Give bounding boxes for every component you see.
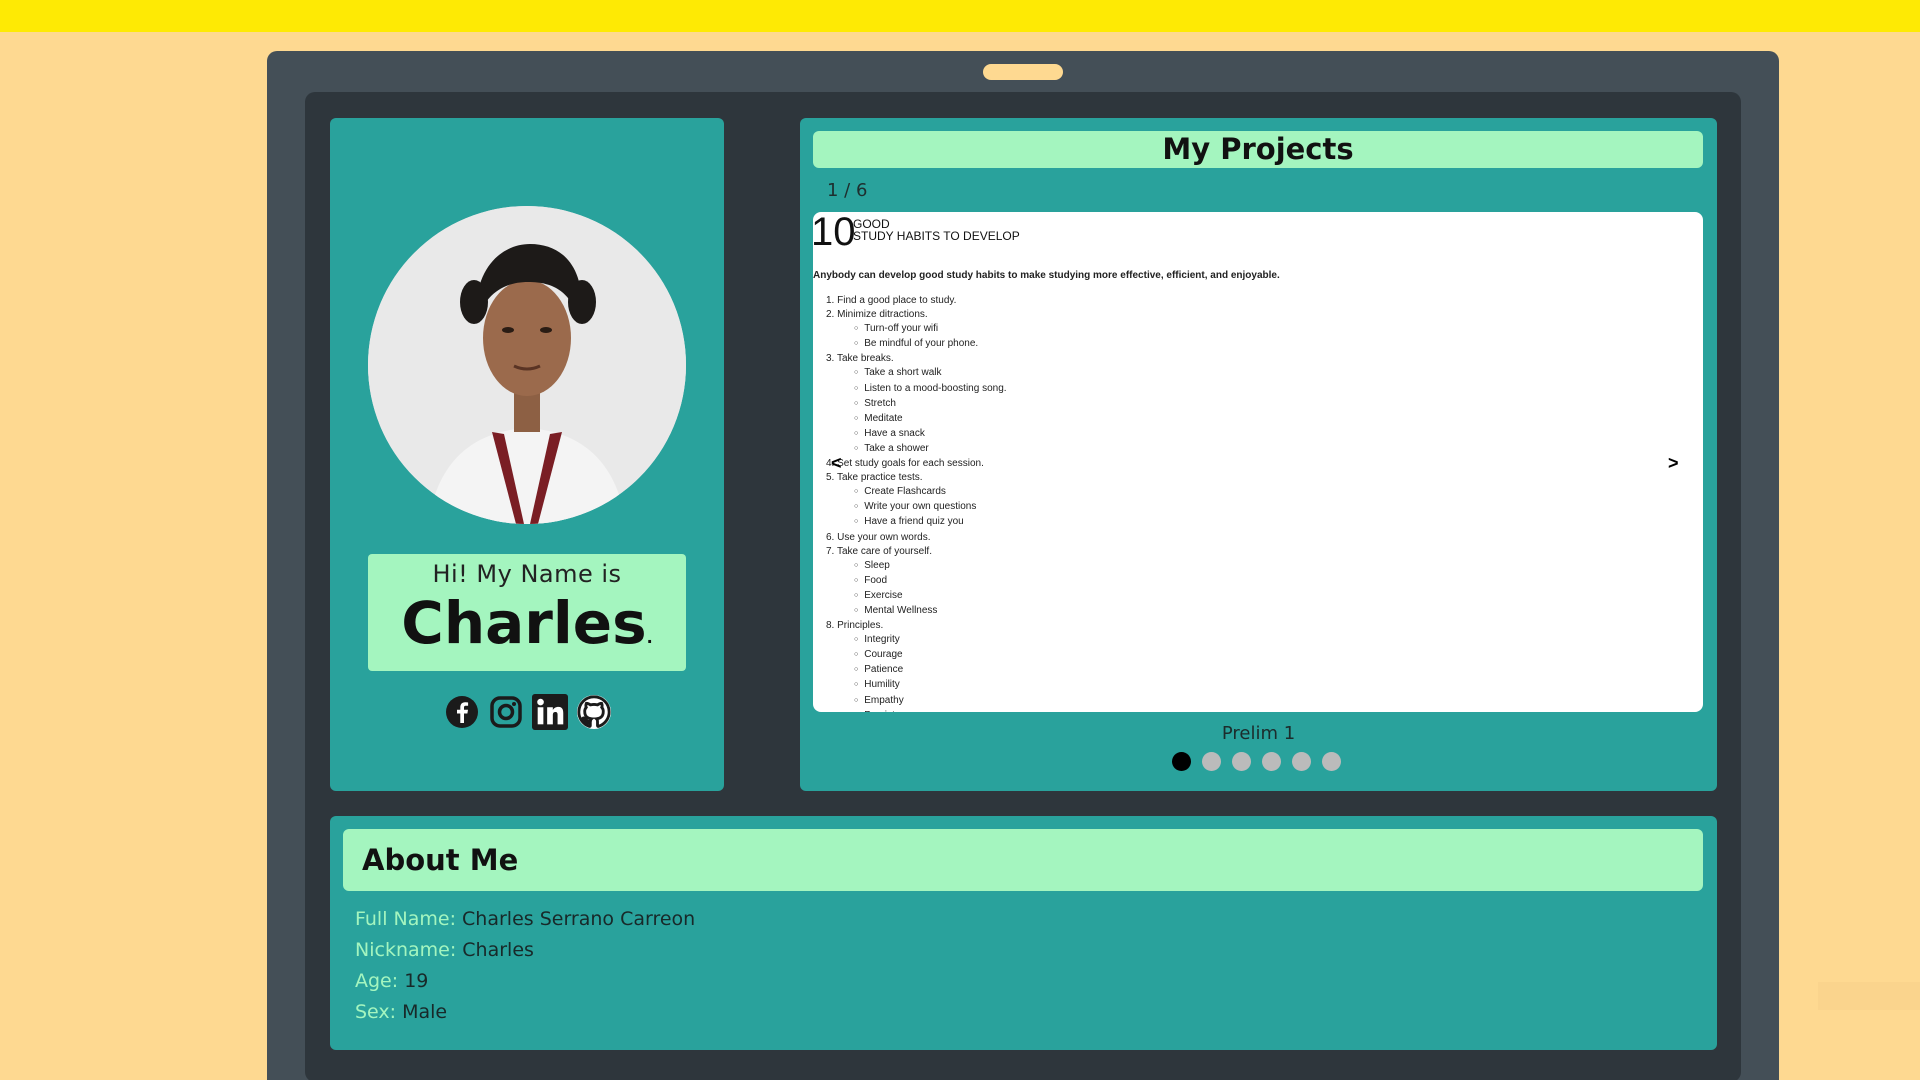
doc-list-item: 8. Principles.IntegrityCouragePatienceHu… bbox=[826, 619, 1007, 712]
slide-caption: Prelim 1 bbox=[1221, 723, 1296, 744]
doc-sublist-item: Persistance bbox=[854, 709, 1007, 712]
slide-dot-5[interactable] bbox=[1292, 752, 1311, 771]
doc-title-line2: STUDY HABITS TO DEVELOP bbox=[853, 229, 1020, 243]
doc-sublist-item: Have a snack bbox=[854, 427, 1007, 442]
about-title: About Me bbox=[343, 829, 1703, 891]
doc-sublist: Turn-off your wifiBe mindful of your pho… bbox=[826, 322, 1007, 352]
doc-list-item-text: 8. Principles. bbox=[826, 620, 884, 632]
doc-sublist-item: Mental Wellness bbox=[854, 604, 1007, 619]
about-panel: About Me Full Name: Charles Serrano Carr… bbox=[330, 816, 1717, 1050]
faded-overlay-tag bbox=[1818, 982, 1920, 1010]
doc-list-item-text: 2. Minimize ditractions. bbox=[826, 309, 928, 321]
avatar-photo bbox=[368, 206, 686, 524]
doc-sublist: IntegrityCouragePatienceHumilityEmpathyP… bbox=[826, 633, 1007, 712]
doc-sublist-item: Courage bbox=[854, 648, 1007, 663]
doc-list-item-text: 3. Take breaks. bbox=[826, 353, 894, 365]
device-screen: Hi! My Name is Charles. My Projects 1 / … bbox=[305, 92, 1741, 1080]
profile-card: Hi! My Name is Charles. bbox=[330, 118, 724, 791]
doc-sublist: Create FlashcardsWrite your own question… bbox=[826, 485, 1007, 530]
top-banner bbox=[0, 0, 1920, 32]
projects-panel: My Projects 1 / 6 10 GOOD STUDY HABITS T… bbox=[800, 118, 1717, 791]
slide-dot-1[interactable] bbox=[1172, 752, 1191, 771]
doc-sublist-item: Exercise bbox=[854, 589, 1007, 604]
doc-list-item: 3. Take breaks.Take a short walkListen t… bbox=[826, 352, 1007, 457]
doc-list-item: 1. Find a good place to study. bbox=[826, 294, 1007, 308]
doc-sublist-item: Food bbox=[854, 574, 1007, 589]
doc-list-item: 4. Set study goals for each session. bbox=[826, 457, 1007, 471]
doc-title: GOOD STUDY HABITS TO DEVELOP bbox=[853, 218, 1020, 242]
doc-list-item: 5. Take practice tests.Create Flashcards… bbox=[826, 471, 1007, 530]
sex-row: Sex: Male bbox=[355, 997, 695, 1028]
profile-name-text: Charles bbox=[401, 589, 647, 657]
device-notch bbox=[983, 64, 1063, 80]
doc-sublist-item: Stretch bbox=[854, 397, 1007, 412]
doc-sublist-item: Sleep bbox=[854, 559, 1007, 574]
next-slide-button[interactable]: > bbox=[1668, 453, 1679, 474]
slide-dot-4[interactable] bbox=[1262, 752, 1281, 771]
doc-sublist-item: Humility bbox=[854, 678, 1007, 693]
doc-intro: Anybody can develop good study habits to… bbox=[813, 270, 1280, 281]
doc-sublist-item: Listen to a mood-boosting song. bbox=[854, 382, 1006, 397]
doc-number: 10 bbox=[813, 212, 856, 254]
project-slide: 10 GOOD STUDY HABITS TO DEVELOP Anybody … bbox=[813, 212, 1703, 712]
age-value: 19 bbox=[404, 970, 429, 992]
slide-counter: 1 / 6 bbox=[827, 180, 868, 201]
doc-list: 1. Find a good place to study. 2. Minimiz… bbox=[826, 294, 1007, 712]
doc-list-item: 6. Use your own words. bbox=[826, 531, 1007, 545]
slide-dots bbox=[1172, 752, 1341, 771]
doc-list-item-text: 7. Take care of yourself. bbox=[826, 545, 932, 557]
name-card: Hi! My Name is Charles. bbox=[368, 554, 686, 671]
profile-name-suffix: . bbox=[646, 628, 653, 647]
doc-sublist: Take a short walkListen to a mood-boosti… bbox=[826, 366, 1007, 457]
device-frame: Hi! My Name is Charles. My Projects 1 / … bbox=[267, 51, 1779, 1080]
slide-dot-3[interactable] bbox=[1232, 752, 1251, 771]
nickname-row: Nickname: Charles bbox=[355, 935, 695, 966]
doc-sublist: SleepFoodExerciseMental Wellness bbox=[826, 559, 1007, 619]
nickname-label: Nickname: bbox=[355, 939, 457, 961]
github-icon[interactable] bbox=[576, 694, 612, 730]
nickname-value: Charles bbox=[462, 939, 534, 961]
profile-name: Charles. bbox=[368, 588, 686, 673]
doc-sublist-item: Have a friend quiz you bbox=[854, 515, 1007, 530]
facebook-icon[interactable] bbox=[444, 694, 480, 730]
linkedin-icon[interactable] bbox=[532, 694, 568, 730]
projects-title: My Projects bbox=[813, 131, 1703, 168]
age-row: Age: 19 bbox=[355, 966, 695, 997]
slide-dot-6[interactable] bbox=[1322, 752, 1341, 771]
doc-sublist-item: Integrity bbox=[854, 633, 1007, 648]
doc-sublist-item: Take a shower bbox=[854, 442, 1007, 457]
about-details: Full Name: Charles Serrano Carreon Nickn… bbox=[355, 904, 695, 1028]
age-label: Age: bbox=[355, 970, 399, 992]
doc-sublist-item: Be mindful of your phone. bbox=[854, 337, 1007, 352]
slide-dot-2[interactable] bbox=[1202, 752, 1221, 771]
doc-list-item: 7. Take care of yourself. SleepFoodExerci… bbox=[826, 545, 1007, 619]
doc-sublist-item: Create Flashcards bbox=[854, 485, 1007, 500]
full-name-label: Full Name: bbox=[355, 908, 456, 930]
sex-value: Male bbox=[402, 1001, 448, 1023]
full-name-value: Charles Serrano Carreon bbox=[462, 908, 696, 930]
avatar bbox=[368, 206, 686, 524]
prev-slide-button[interactable]: < bbox=[831, 453, 842, 474]
sex-label: Sex: bbox=[355, 1001, 397, 1023]
doc-sublist-item: Write your own questions bbox=[854, 500, 1007, 515]
full-name-row: Full Name: Charles Serrano Carreon bbox=[355, 904, 695, 935]
doc-list-item-text: 1. Find a good place to study. bbox=[826, 295, 957, 306]
doc-list-item: 2. Minimize ditractions.Turn-off your wi… bbox=[826, 308, 1007, 352]
doc-sublist-item: Take a short walk bbox=[854, 366, 1007, 381]
doc-list-item-text: 6. Use your own words. bbox=[826, 531, 931, 543]
doc-sublist-item: Meditate bbox=[854, 412, 1007, 427]
social-links bbox=[444, 694, 612, 730]
doc-list-item-text: 4. Set study goals for each session. bbox=[826, 458, 984, 470]
doc-sublist-item: Empathy bbox=[854, 694, 1007, 709]
instagram-icon[interactable] bbox=[488, 694, 524, 730]
doc-sublist-item: Turn-off your wifi bbox=[854, 322, 1007, 337]
greeting-text: Hi! My Name is bbox=[432, 560, 622, 588]
doc-sublist-item: Patience bbox=[854, 663, 1007, 678]
